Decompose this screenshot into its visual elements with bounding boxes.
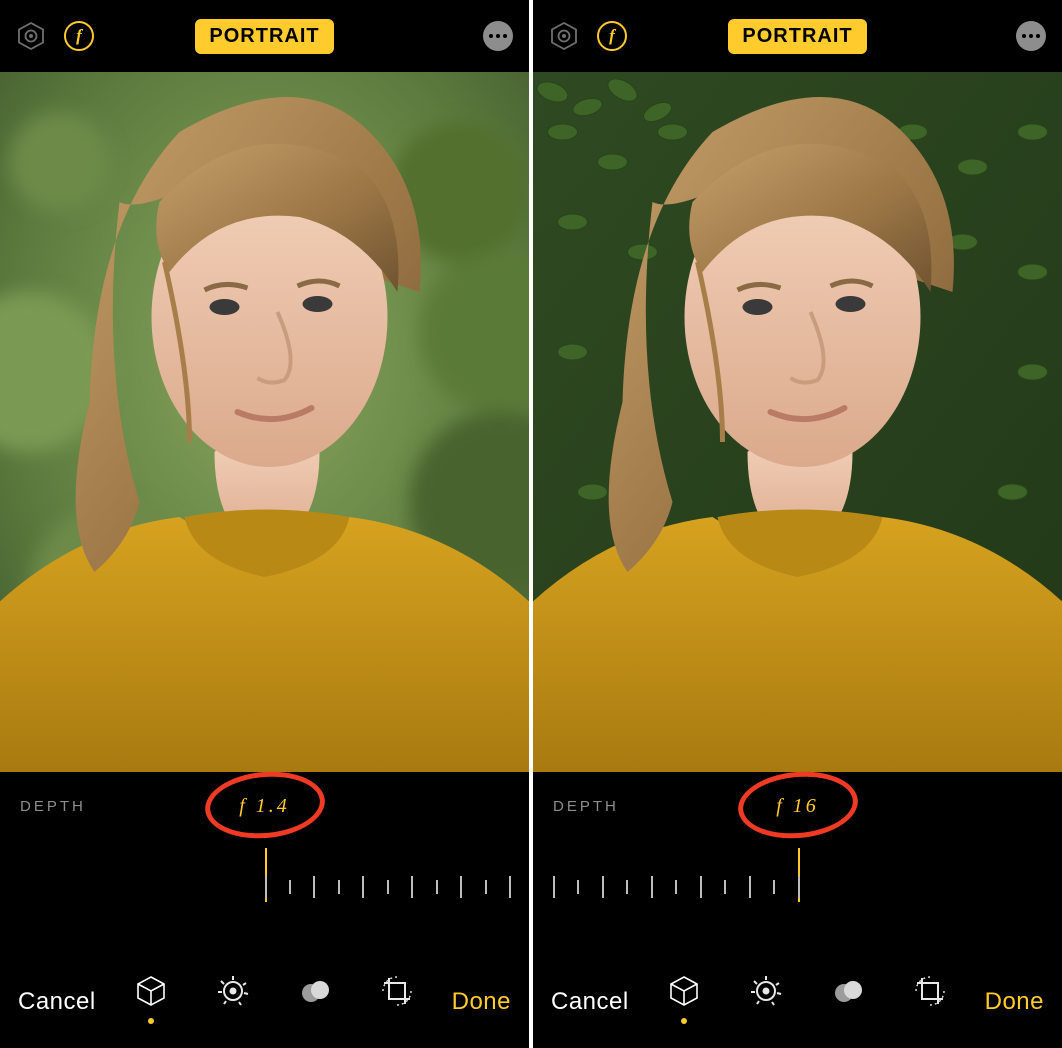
top-bar: f PORTRAIT — [0, 0, 529, 72]
depth-fstop-toggle[interactable]: f — [62, 19, 96, 53]
screen-left: f PORTRAIT — [0, 0, 529, 1048]
depth-value-readout: f 1.4 — [239, 795, 290, 818]
cube-icon — [134, 974, 168, 1008]
depth-value-readout: f 16 — [776, 795, 819, 818]
more-options-button[interactable] — [1014, 19, 1048, 53]
slider-track — [553, 876, 1042, 898]
more-icon — [483, 21, 513, 51]
portrait-tab[interactable] — [663, 974, 705, 1030]
adjust-dial-icon — [749, 974, 783, 1008]
adjust-tab[interactable] — [212, 974, 254, 1030]
filters-overlap-icon — [831, 974, 865, 1008]
depth-slider[interactable] — [553, 848, 1042, 918]
portrait-tab[interactable] — [130, 974, 172, 1030]
filters-tab[interactable] — [294, 974, 336, 1030]
done-button[interactable]: Done — [452, 988, 511, 1016]
crop-tab[interactable] — [909, 974, 951, 1030]
depth-fstop-toggle[interactable]: f — [595, 19, 629, 53]
filters-overlap-icon — [298, 974, 332, 1008]
more-options-button[interactable] — [481, 19, 515, 53]
cancel-button[interactable]: Cancel — [18, 988, 96, 1016]
crop-tab[interactable] — [376, 974, 418, 1030]
slider-track — [20, 876, 509, 898]
more-icon — [1016, 21, 1046, 51]
depth-control: DEPTH f 16 — [533, 776, 1062, 936]
selected-indicator-dot — [681, 1018, 687, 1024]
mode-badge[interactable]: PORTRAIT — [195, 19, 333, 54]
selected-indicator-dot — [148, 1018, 154, 1024]
done-button[interactable]: Done — [985, 988, 1044, 1016]
edit-toolbar: Cancel — [0, 956, 529, 1048]
photo-preview[interactable] — [533, 72, 1062, 772]
filters-tab[interactable] — [827, 974, 869, 1030]
depth-control: DEPTH f 1.4 — [0, 776, 529, 936]
crop-rotate-icon — [913, 974, 947, 1008]
portrait-lighting-icon[interactable] — [547, 19, 581, 53]
mode-badge[interactable]: PORTRAIT — [728, 19, 866, 54]
edit-toolbar: Cancel — [533, 956, 1062, 1048]
adjust-dial-icon — [216, 974, 250, 1008]
comparison-row: f PORTRAIT — [0, 0, 1062, 1048]
crop-rotate-icon — [380, 974, 414, 1008]
top-bar: f PORTRAIT — [533, 0, 1062, 72]
depth-slider[interactable] — [20, 848, 509, 918]
cube-icon — [667, 974, 701, 1008]
screen-right: f PORTRAIT — [529, 0, 1062, 1048]
photo-preview[interactable] — [0, 72, 529, 772]
cancel-button[interactable]: Cancel — [551, 988, 629, 1016]
depth-label: DEPTH — [553, 798, 619, 815]
adjust-tab[interactable] — [745, 974, 787, 1030]
depth-label: DEPTH — [20, 798, 86, 815]
portrait-lighting-icon[interactable] — [14, 19, 48, 53]
